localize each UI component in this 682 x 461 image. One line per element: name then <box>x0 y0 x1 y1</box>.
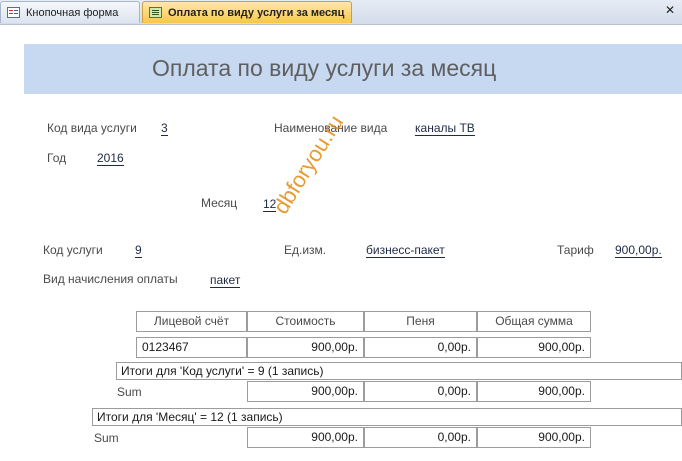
column-header-stoimost: Стоимость <box>247 311 364 332</box>
group-footer-mesyac-caption: Итоги для 'Месяц' = 12 (1 запись) <box>92 408 682 426</box>
report-title: Оплата по виду услуги за месяц <box>152 55 497 81</box>
table-cell-licevoy-schet: 0123467 <box>136 337 247 358</box>
form-icon <box>7 7 20 18</box>
column-header-licevoy-schet: Лицевой счёт <box>136 311 247 332</box>
column-header-obshaya-summa: Общая сумма <box>477 311 591 332</box>
kod-vida-uslugi-value: 3 <box>161 121 168 136</box>
group-footer-kod-uslugi-caption: Итоги для 'Код услуги' = 9 (1 запись) <box>116 362 682 380</box>
tarif-label: Тариф <box>557 243 594 257</box>
tab-knopochnaya-forma[interactable]: Кнопочная форма <box>0 1 140 23</box>
god-value: 2016 <box>97 151 124 166</box>
column-header-penya: Пеня <box>364 311 477 332</box>
group-footer-mesyac-obshaya: 900,00р. <box>477 427 591 448</box>
table-cell-obshaya-summa: 900,00р. <box>477 337 591 358</box>
document-tab-bar: Кнопочная форма Оплата по виду услуги за… <box>0 0 682 25</box>
group-footer-kod-uslugi-obshaya: 900,00р. <box>477 381 591 402</box>
ed-izm-label: Ед.изм. <box>284 243 327 257</box>
group-footer-mesyac-penya: 0,00р. <box>364 427 477 448</box>
ed-izm-value: бизнесс-пакет <box>366 243 445 258</box>
mesyac-label: Месяц <box>201 196 238 210</box>
kod-vida-uslugi-label: Код вида услуги <box>47 121 137 135</box>
tab-oplata-report[interactable]: Оплата по виду услуги за месяц <box>142 1 352 23</box>
group-footer-kod-uslugi-penya: 0,00р. <box>364 381 477 402</box>
kod-uslugi-value: 9 <box>135 243 142 258</box>
vid-nachisleniya-label: Вид начисления оплаты <box>43 272 178 286</box>
naimenovanie-vida-value: каналы ТВ <box>415 121 475 136</box>
tab-label: Кнопочная форма <box>26 6 119 19</box>
group-footer-kod-uslugi-stoimost: 900,00р. <box>247 381 364 402</box>
table-cell-penya: 0,00р. <box>364 337 477 358</box>
group-footer-mesyac-sum-label: Sum <box>94 431 119 445</box>
group-footer-kod-uslugi-sum-label: Sum <box>117 385 142 399</box>
close-icon[interactable]: ✕ <box>663 3 677 17</box>
tab-label: Оплата по виду услуги за месяц <box>168 6 345 19</box>
table-cell-stoimost: 900,00р. <box>247 337 364 358</box>
tarif-value: 900,00р. <box>615 243 662 258</box>
group-footer-mesyac-stoimost: 900,00р. <box>247 427 364 448</box>
kod-uslugi-label: Код услуги <box>43 243 103 257</box>
vid-nachisleniya-value: пакет <box>210 273 241 288</box>
god-label: Год <box>47 151 67 165</box>
report-icon <box>149 7 162 18</box>
